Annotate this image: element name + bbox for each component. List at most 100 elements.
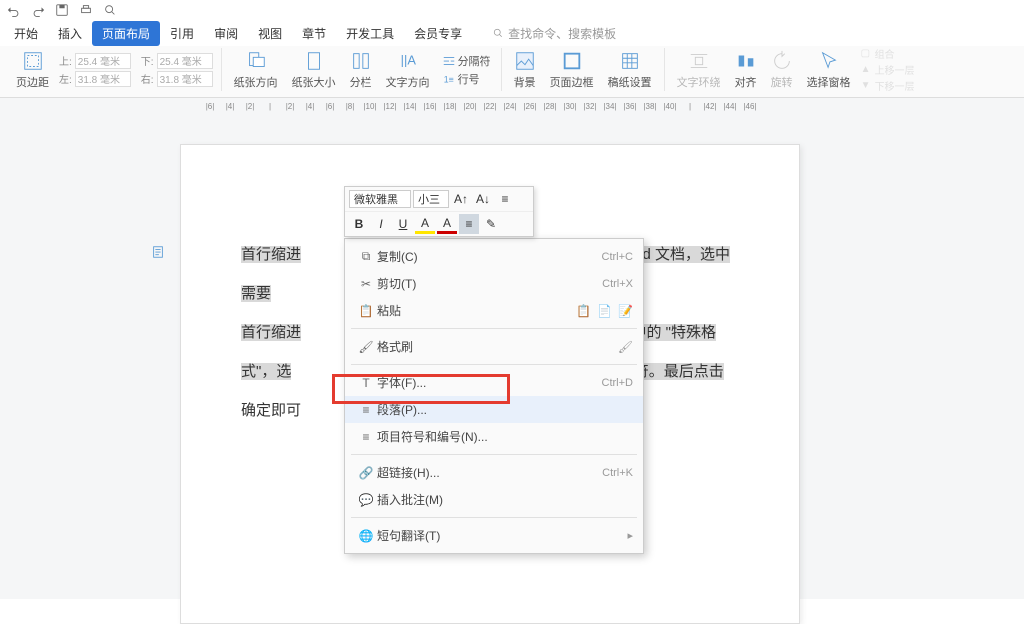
redo-icon[interactable] (30, 2, 46, 18)
tab-devtools[interactable]: 开发工具 (336, 21, 404, 46)
context-menu-item-translate[interactable]: 🌐短句翻译(T)▸ (345, 522, 643, 549)
selection-pane-button[interactable]: 选择窗格 (803, 48, 855, 92)
highlight-color-button[interactable]: A (415, 214, 435, 234)
orientation-button[interactable]: 纸张方向 (230, 48, 282, 92)
align-button[interactable]: 对齐 (731, 48, 761, 92)
context-menu-item-comment[interactable]: 💬插入批注(M) (345, 486, 643, 513)
columns-icon (350, 50, 372, 72)
font-shrink-button[interactable]: A↓ (473, 189, 493, 209)
ruler-tick: |2| (240, 102, 260, 111)
paper-size-icon (303, 50, 325, 72)
ruler-tick: |6| (200, 102, 220, 111)
ruler-tick: |28| (540, 102, 560, 111)
horizontal-ruler[interactable]: |6||4||2|||2||4||6||8||10||12||14||16||1… (0, 98, 1024, 114)
tab-home[interactable]: 开始 (4, 21, 48, 46)
ruler-tick: |12| (380, 102, 400, 111)
mini-font-name[interactable]: 微软雅黑 (349, 190, 411, 208)
cut-icon: ✂ (355, 277, 377, 291)
ruler-tick: |42| (700, 102, 720, 111)
ruler-tick: |14| (400, 102, 420, 111)
undo-icon[interactable] (6, 2, 22, 18)
quick-access-toolbar (0, 0, 1024, 20)
print-icon[interactable] (78, 2, 94, 18)
tab-member[interactable]: 会员专享 (404, 21, 472, 46)
background-button[interactable]: 背景 (510, 48, 540, 92)
underline-button[interactable]: U (393, 214, 413, 234)
context-menu-item-format-painter[interactable]: 🖌格式刷🖌 (345, 333, 643, 360)
ruler-tick: |20| (460, 102, 480, 111)
tab-section[interactable]: 章节 (292, 21, 336, 46)
tab-review[interactable]: 审阅 (204, 21, 248, 46)
bullets-icon: ≡ (355, 430, 377, 444)
context-menu-item-cut[interactable]: ✂剪切(T)Ctrl+X (345, 270, 643, 297)
context-menu-label: 格式刷 (377, 338, 618, 355)
svg-text:1≡: 1≡ (443, 74, 453, 84)
breaks-icon (442, 54, 456, 68)
context-menu-separator (351, 328, 637, 329)
format-painter-mini-button[interactable]: ✎ (481, 214, 501, 234)
context-menu-label: 复制(C) (377, 248, 602, 265)
context-menu-item-link[interactable]: 🔗超链接(H)...Ctrl+K (345, 459, 643, 486)
paste-options[interactable]: 📋📄📝 (576, 304, 633, 318)
translate-icon: 🌐 (355, 529, 377, 543)
ruler-tick: |32| (580, 102, 600, 111)
margins-button[interactable]: 页边距 (12, 48, 53, 92)
breaks-button[interactable]: 分隔符 (440, 53, 493, 69)
forward-icon: ▲ (861, 64, 873, 75)
mini-align-button[interactable]: ≡ (459, 214, 479, 234)
context-menu-item-paste[interactable]: 📋粘贴📋📄📝 (345, 297, 643, 324)
page-border-button[interactable]: 页面边框 (546, 48, 598, 92)
text-line-3a: 式"，选 (241, 363, 291, 380)
ruler-tick: |16| (420, 102, 440, 111)
backward-icon: ▼ (861, 80, 873, 91)
context-menu-item-paragraph[interactable]: ≡段落(P)... (345, 396, 643, 423)
page-setup-group: 纸张方向 纸张大小 分栏 ||A 文字方向 分隔符 1≡ (222, 48, 502, 91)
tab-page-layout[interactable]: 页面布局 (92, 21, 160, 46)
draft-paper-button[interactable]: 稿纸设置 (604, 48, 656, 92)
text-direction-button[interactable]: ||A 文字方向 (382, 48, 434, 92)
margin-right-input[interactable] (157, 71, 213, 87)
context-menu-item-font[interactable]: T字体(F)...Ctrl+D (345, 369, 643, 396)
context-menu-label: 粘贴 (377, 302, 576, 319)
font-grow-button[interactable]: A↑ (451, 189, 471, 209)
margins-values: 上: 下: 左: 右: (59, 53, 213, 87)
ribbon: 页边距 上: 下: 左: 右: 纸张方向 纸张大小 分栏 (0, 46, 1024, 98)
columns-button[interactable]: 分栏 (346, 48, 376, 92)
mini-font-size[interactable]: 小三 (413, 190, 449, 208)
margin-left-input[interactable] (75, 71, 131, 87)
tab-view[interactable]: 视图 (248, 21, 292, 46)
text-direction-icon: ||A (397, 50, 419, 72)
ruler-tick: |8| (340, 102, 360, 111)
context-menu-separator (351, 454, 637, 455)
paper-size-button[interactable]: 纸张大小 (288, 48, 340, 92)
save-icon[interactable] (54, 2, 70, 18)
ruler-tick: |4| (300, 102, 320, 111)
font-color-button[interactable]: A (437, 214, 457, 234)
preview-icon[interactable] (102, 2, 118, 18)
tab-insert[interactable]: 插入 (48, 21, 92, 46)
context-menu-label: 剪切(T) (377, 275, 602, 292)
italic-button[interactable]: I (371, 214, 391, 234)
ruler-tick: |34| (600, 102, 620, 111)
margin-bottom-input[interactable] (157, 53, 213, 69)
ruler-tick: |2| (280, 102, 300, 111)
line-spacing-button[interactable]: ≡ (495, 189, 515, 209)
line-numbers-button[interactable]: 1≡ 行号 (440, 71, 493, 87)
command-search[interactable]: 查找命令、搜索模板 (492, 25, 616, 42)
text-line-1a: 首行缩进 (241, 246, 301, 263)
mini-toolbar: 微软雅黑 小三 A↑ A↓ ≡ B I U A A ≡ ✎ (344, 186, 534, 237)
format-painter-extra[interactable]: 🖌 (618, 340, 633, 354)
context-menu-item-copy[interactable]: ⧉复制(C)Ctrl+C (345, 243, 643, 270)
ruler-tick: |44| (720, 102, 740, 111)
ruler-tick: |40| (660, 102, 680, 111)
bold-button[interactable]: B (349, 214, 369, 234)
text-line-2a: 首行缩进 (241, 324, 301, 341)
send-backward-button: ▼下移一层 (861, 78, 915, 93)
context-menu-item-bullets[interactable]: ≡项目符号和编号(N)... (345, 423, 643, 450)
ruler-tick: | (260, 102, 280, 111)
ruler-tick: |22| (480, 102, 500, 111)
tab-references[interactable]: 引用 (160, 21, 204, 46)
context-menu-label: 超链接(H)... (377, 464, 602, 481)
rotate-button: 旋转 (767, 48, 797, 92)
margin-top-input[interactable] (75, 53, 131, 69)
